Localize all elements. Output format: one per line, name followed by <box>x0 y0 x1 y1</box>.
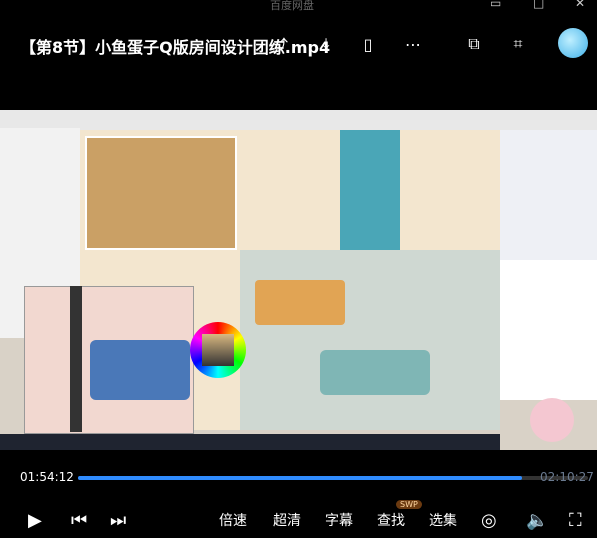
table <box>255 280 345 325</box>
subtitle-button[interactable]: 字幕 <box>325 510 353 530</box>
header: 【第8节】小鱼蛋子Q版房间设计团练.mp4 ⤴ ⤓ ▯ ⋯ ⧉ ⌗ <box>0 22 597 66</box>
quality-button[interactable]: 超清 <box>273 510 301 530</box>
minimize-icon[interactable]: ▭ <box>490 0 501 10</box>
more-icon[interactable]: ⋯ <box>401 32 425 56</box>
reference-window-sofa <box>90 340 190 400</box>
progress-bar[interactable] <box>78 476 588 480</box>
crop-icon[interactable]: ⌗ <box>506 32 530 56</box>
search-badge: SWP <box>396 500 422 509</box>
video-frame[interactable] <box>0 110 597 450</box>
room-floor <box>240 250 500 430</box>
current-time: 01:54:12 <box>20 470 74 484</box>
chat-panel <box>500 260 597 400</box>
episodes-button[interactable]: 选集 <box>429 510 457 530</box>
reference-image <box>85 136 237 250</box>
sofa <box>320 350 430 395</box>
software-toolbar <box>0 110 597 130</box>
curtain <box>340 130 400 250</box>
progress-fill <box>78 476 522 480</box>
play-button[interactable]: ▶ <box>28 510 42 531</box>
app-name: 百度网盘 <box>270 0 314 12</box>
download-icon[interactable]: ⤓ <box>314 32 338 56</box>
cast-icon[interactable]: ⧉ <box>462 32 486 56</box>
avatar[interactable] <box>558 28 588 58</box>
reference-window-dark-strip <box>70 286 82 432</box>
close-icon[interactable]: ✕ <box>575 0 585 10</box>
color-square <box>202 334 234 366</box>
chat-avatar <box>530 398 574 442</box>
taskbar <box>0 434 500 450</box>
phone-icon[interactable]: ▯ <box>356 32 380 56</box>
search-button[interactable]: 查找 <box>377 510 405 530</box>
speed-button[interactable]: 倍速 <box>219 510 247 530</box>
maximize-icon[interactable]: □ <box>533 0 544 10</box>
next-button[interactable]: ⏭ <box>110 510 126 531</box>
right-panel <box>500 130 597 260</box>
settings-icon[interactable]: ◎ <box>481 510 497 531</box>
share-icon[interactable]: ⤴ <box>268 32 292 56</box>
titlebar: 百度网盘 ▭ □ ✕ <box>0 0 597 14</box>
previous-button[interactable]: ⏮ <box>71 510 87 531</box>
fullscreen-icon[interactable]: ⛶ <box>569 510 582 531</box>
total-time: 02:10:27 <box>540 470 594 484</box>
volume-icon[interactable]: 🔈 <box>526 510 548 531</box>
